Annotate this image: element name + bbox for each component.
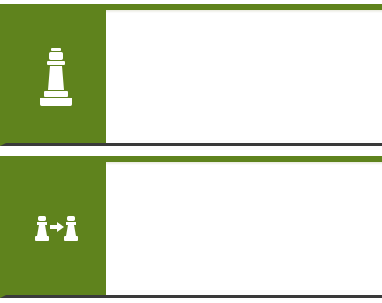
chess-option-card[interactable] (0, 4, 382, 146)
card-content-area (106, 162, 382, 295)
chess-pawn-icon (6, 10, 106, 143)
card-content-area (106, 10, 382, 143)
pawn-swap-icon (6, 162, 106, 295)
pawn-swap-option-card[interactable] (0, 156, 382, 298)
